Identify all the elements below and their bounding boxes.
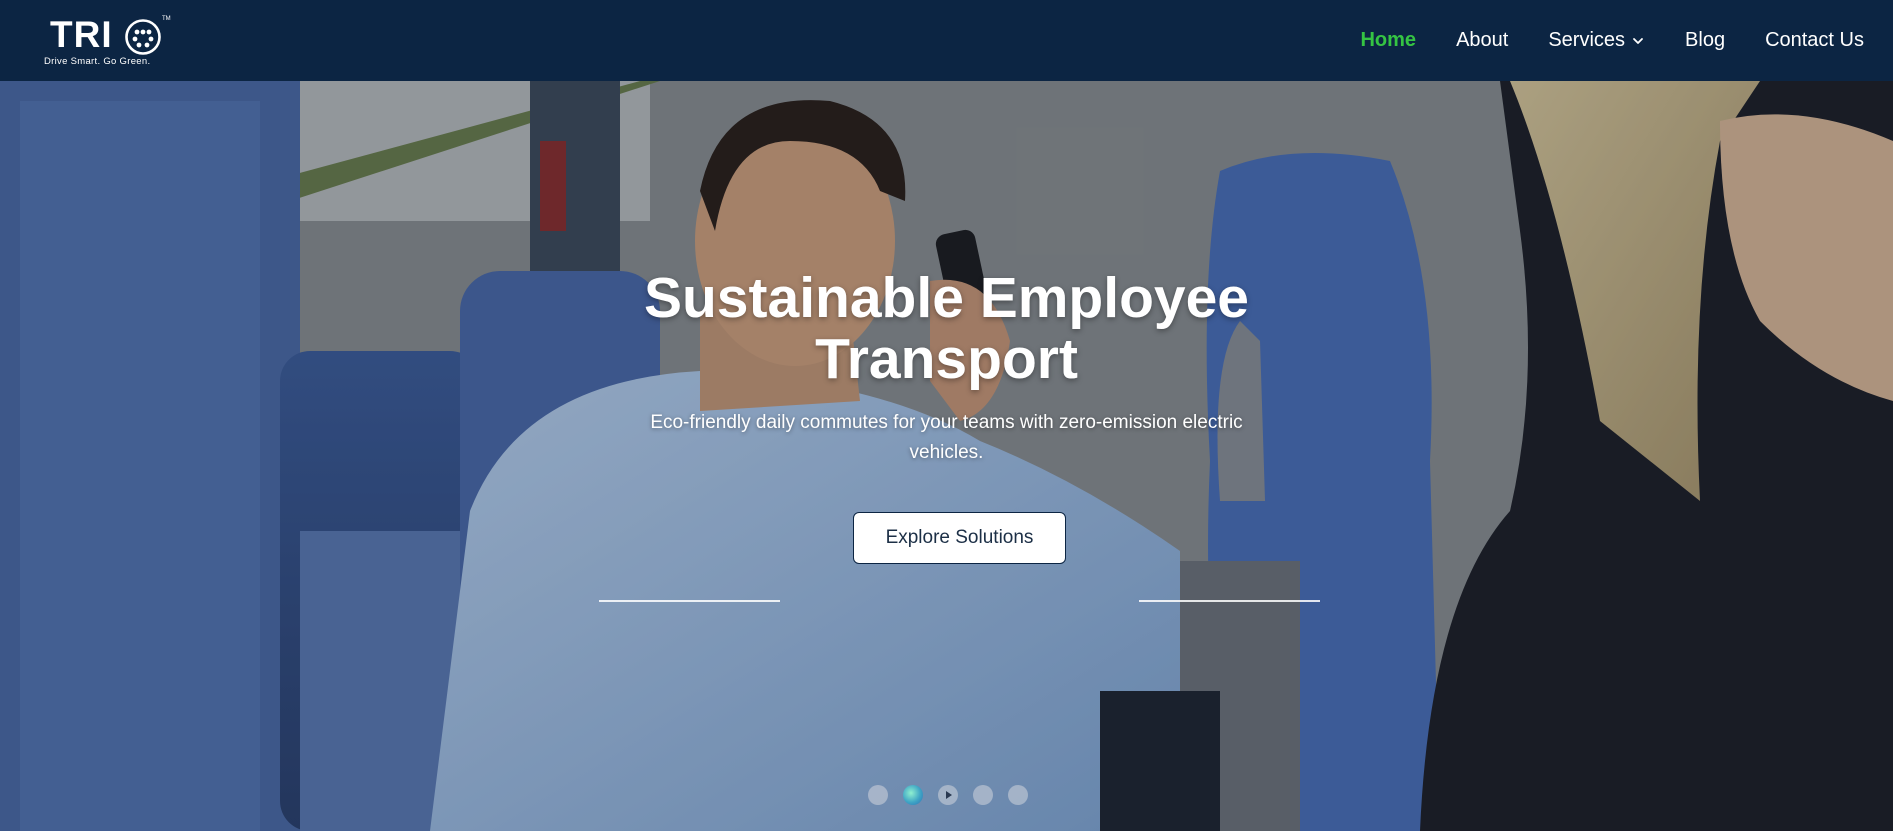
hero-title: Sustainable Employee Transport [643,266,1250,391]
brand-name: TRI [50,14,113,55]
nav-item-about[interactable]: About [1456,29,1508,52]
slide-dot-5[interactable] [1008,785,1028,805]
nav-item-services-label: Services [1548,29,1626,51]
site-header: TRI TM Drive Smart. Go Green. Home About… [0,0,1893,81]
explore-solutions-button[interactable]: Explore Solutions [853,512,1066,564]
chevron-down-icon [1633,37,1643,44]
slide-dot-2-active[interactable] [903,785,923,805]
nav-item-contact[interactable]: Contact Us [1765,29,1864,52]
nav-item-blog[interactable]: Blog [1685,29,1725,52]
nav-item-services[interactable]: Services [1548,29,1645,52]
main-navigation: Home About Services Blog Contact Us [1360,0,1864,81]
play-icon[interactable] [938,785,958,805]
brand-logo[interactable]: TRI TM Drive Smart. Go Green. [44,14,171,68]
slide-dot-4[interactable] [973,785,993,805]
nav-item-home[interactable]: Home [1360,29,1416,52]
decorative-line-left [599,600,780,602]
hero-subtitle: Eco-friendly daily commutes for your tea… [650,412,1243,463]
brand-tagline: Drive Smart. Go Green. [44,56,151,67]
decorative-line-right [1139,600,1320,602]
hero-slider: Sustainable Employee Transport Eco-frien… [0,81,1893,831]
slider-pagination [868,785,1028,805]
ev-plug-icon [125,19,161,55]
trademark-mark: TM [162,16,171,22]
hero-content: Sustainable Employee Transport Eco-frien… [0,268,1893,468]
slide-dot-1[interactable] [868,785,888,805]
